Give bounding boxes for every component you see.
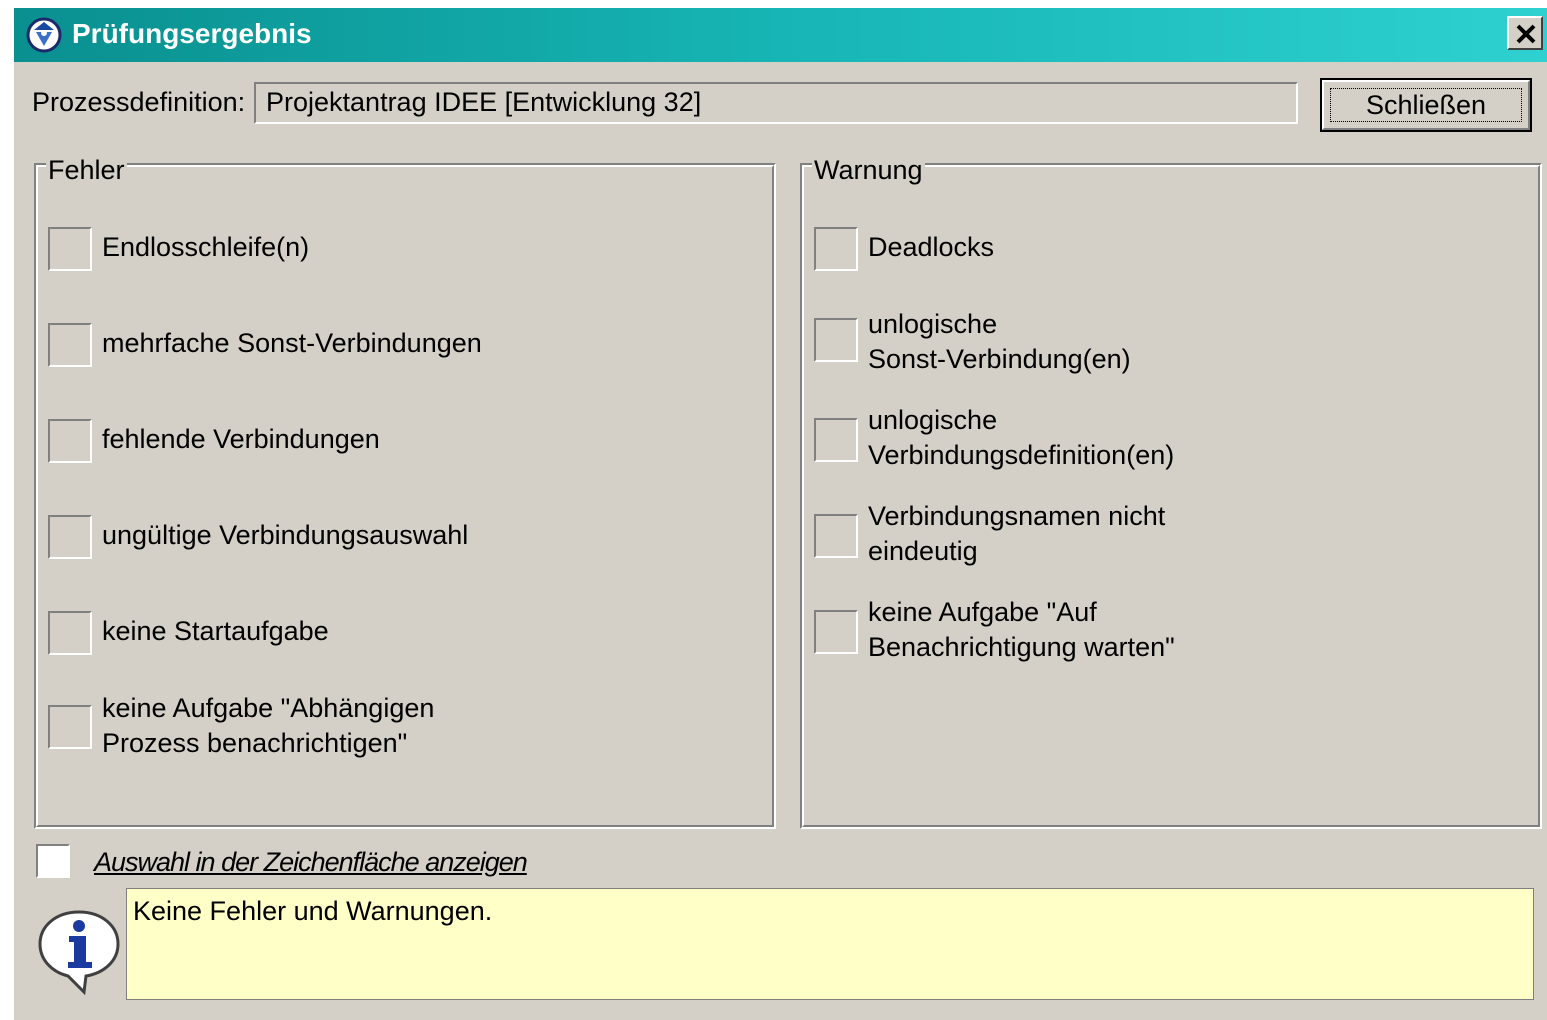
info-icon [38, 910, 120, 996]
warning-label-illogical-else: unlogische [868, 309, 998, 339]
error-indicator-infinite-loops [48, 227, 92, 271]
warning-label-no-wait-notification-line2: Benachrichtigung warten" [868, 632, 1175, 662]
error-indicator-invalid-selection [48, 515, 92, 559]
error-label-invalid-selection: ungültige Verbindungsauswahl [102, 520, 469, 550]
error-indicator-missing-connections [48, 419, 92, 463]
process-definition-field: Projektantrag IDEE [Entwicklung 32] [254, 82, 1298, 124]
error-label-no-start-task: keine Startaufgabe [102, 616, 329, 646]
process-definition-label: Prozessdefinition: [32, 87, 246, 117]
error-label-no-notify-dependent-line2: Prozess benachrichtigen" [102, 728, 408, 758]
warning-indicator-illogical-else [814, 318, 858, 362]
warning-label-no-wait-notification: keine Aufgabe "Auf [868, 597, 1097, 627]
title-bar[interactable]: Prüfungsergebnis [14, 8, 1547, 62]
warnings-group-title: Warnung [812, 154, 925, 186]
window-title: Prüfungsergebnis [72, 18, 312, 49]
error-label-infinite-loops: Endlosschleife(n) [102, 232, 310, 262]
warning-indicator-names-not-unique [814, 514, 858, 558]
show-selection-checkbox[interactable] [36, 844, 70, 878]
show-selection-label[interactable]: Auswahl in der Zeichenfläche anzeigen [94, 846, 528, 878]
warning-indicator-deadlocks [814, 227, 858, 271]
close-button[interactable]: Schließen [1320, 78, 1532, 132]
warning-indicator-illogical-definition [814, 418, 858, 462]
error-label-no-notify-dependent: keine Aufgabe "Abhängigen [102, 693, 435, 723]
warning-label-deadlocks: Deadlocks [868, 232, 995, 262]
error-label-multiple-else: mehrfache Sonst-Verbindungen [102, 328, 482, 358]
check-result-dialog: Prüfungsergebnis Prozessdefinition: Proj… [14, 8, 1547, 1020]
error-indicator-no-notify-dependent [48, 705, 92, 749]
warning-indicator-no-wait-notification [814, 610, 858, 654]
window-close-button[interactable] [1507, 16, 1543, 50]
error-indicator-multiple-else [48, 323, 92, 367]
warning-label-names-not-unique: Verbindungsnamen nicht [868, 501, 1166, 531]
warning-label-illogical-definition: unlogische [868, 405, 998, 435]
close-icon [1516, 24, 1536, 44]
warning-label-illogical-definition-line2: Verbindungsdefinition(en) [868, 440, 1175, 470]
warning-label-names-not-unique-line2: eindeutig [868, 536, 978, 566]
close-button-label: Schließen [1330, 88, 1522, 122]
result-message: Keine Fehler und Warnungen. [126, 888, 1534, 1000]
errors-group-title: Fehler [46, 154, 127, 186]
error-indicator-no-start-task [48, 611, 92, 655]
error-label-missing-connections: fehlende Verbindungen [102, 424, 380, 454]
warning-label-illogical-else-line2: Sonst-Verbindung(en) [868, 344, 1131, 374]
process-check-icon [26, 17, 62, 53]
